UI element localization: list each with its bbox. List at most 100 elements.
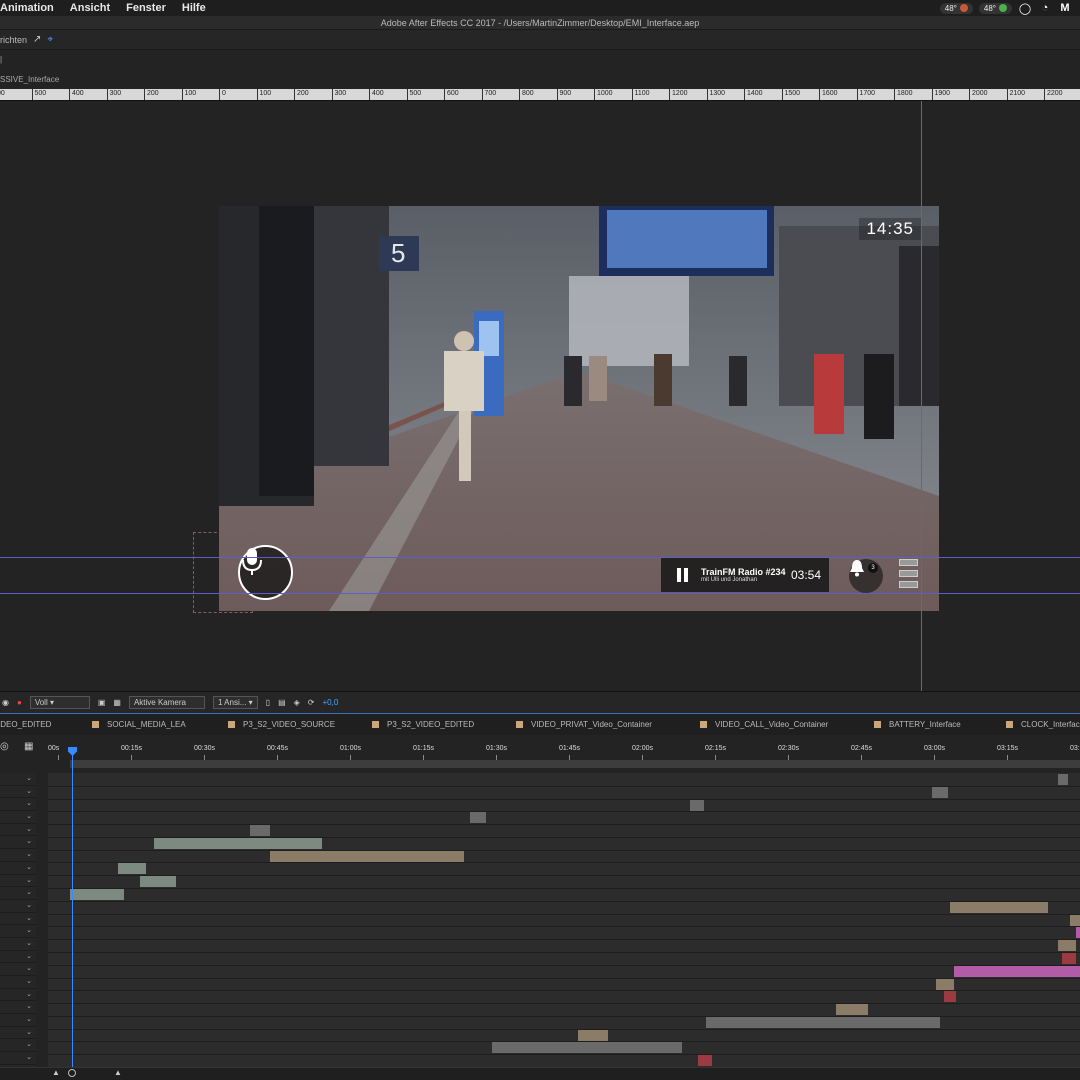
- guide-line[interactable]: [921, 101, 922, 691]
- layer-row-toggle[interactable]: ⌄: [0, 951, 36, 964]
- layer-bar[interactable]: [118, 863, 146, 875]
- pause-icon[interactable]: [675, 567, 691, 583]
- layer-bar[interactable]: [578, 1029, 608, 1041]
- layer-bar[interactable]: [250, 825, 270, 837]
- layer-row-toggle[interactable]: ⌄: [0, 1001, 36, 1015]
- flowchart-icon[interactable]: ◈: [294, 698, 300, 707]
- transparency-grid-icon[interactable]: ▦: [113, 698, 121, 707]
- align-label[interactable]: richten: [0, 35, 27, 45]
- cpu-temp-indicator[interactable]: 48°: [939, 2, 973, 14]
- guide-line[interactable]: [0, 557, 1080, 558]
- resolution-select[interactable]: Voll ▾: [29, 696, 90, 709]
- layer-bar[interactable]: [836, 1004, 868, 1016]
- layer-bar[interactable]: [944, 991, 956, 1003]
- channel-icon[interactable]: ●: [17, 698, 22, 707]
- camera-select[interactable]: Aktive Kamera: [128, 696, 205, 709]
- composition-tab-item[interactable]: P3_S2_VIDEO_SOURCE: [228, 714, 335, 735]
- layer-row-toggle[interactable]: ⌄: [0, 836, 36, 850]
- cloud-sync-icon[interactable]: ◔: [1038, 2, 1052, 14]
- exposure-value[interactable]: +0,0: [323, 698, 339, 707]
- layer-row-toggle[interactable]: ⌄: [0, 887, 36, 900]
- layer-bar[interactable]: [954, 965, 1080, 977]
- motion-blur-icon[interactable]: ◎: [0, 741, 9, 752]
- composition-tab-item[interactable]: BATTERY_Interface: [874, 714, 961, 735]
- snap-icon[interactable]: ↗: [33, 34, 41, 45]
- layer-row-toggle[interactable]: ⌄: [0, 976, 36, 989]
- region-of-interest-icon[interactable]: ▣: [98, 698, 106, 707]
- track-divider: [48, 824, 1080, 826]
- layer-row-toggle[interactable]: ⌄: [0, 811, 36, 824]
- zoom-out-icon[interactable]: ▲: [52, 1068, 60, 1077]
- layer-row-toggle[interactable]: ⌄: [0, 989, 36, 1002]
- layer-bar[interactable]: [140, 876, 176, 888]
- time-navigator[interactable]: [70, 760, 1080, 768]
- layer-bar[interactable]: [698, 1055, 712, 1067]
- layer-bar[interactable]: [1058, 774, 1068, 785]
- layer-bar[interactable]: [470, 812, 486, 824]
- malwarebytes-icon[interactable]: M: [1058, 2, 1072, 14]
- layer-bar[interactable]: [492, 1042, 682, 1054]
- menu-hilfe[interactable]: Hilfe: [174, 2, 214, 14]
- timeline-tracks[interactable]: [48, 773, 1080, 1067]
- layer-row-toggle[interactable]: ⌄: [0, 875, 36, 888]
- composition-tab-item[interactable]: VIDEO_CALL_Video_Container: [700, 714, 828, 735]
- reset-exposure-icon[interactable]: ⟳: [308, 698, 315, 707]
- microphone-button[interactable]: [238, 545, 293, 600]
- ruler-tick-label: 300: [106, 89, 121, 100]
- layer-bar[interactable]: [706, 1016, 940, 1028]
- layer-row-toggle[interactable]: ⌄: [0, 1027, 36, 1040]
- menu-fenster[interactable]: Fenster: [118, 2, 174, 14]
- layer-row-toggle[interactable]: ⌄: [0, 824, 36, 837]
- toggle-pixel-icon[interactable]: ▯: [266, 698, 270, 707]
- layer-row-toggle[interactable]: ⌄: [0, 938, 36, 951]
- layer-row-toggle[interactable]: ⌄: [0, 963, 36, 976]
- composition-viewer[interactable]: 5 14:35 TrainFM Radio #234 mit Ulli und …: [0, 101, 1080, 691]
- snapping-toggle-icon[interactable]: ⌖: [47, 34, 53, 45]
- layer-row-toggle[interactable]: ⌄: [0, 862, 36, 875]
- horizontal-ruler[interactable]: 0050040030020010001002003004005006007008…: [0, 89, 1080, 101]
- layer-row-toggle[interactable]: ⌄: [0, 1039, 36, 1053]
- layer-bar[interactable]: [70, 889, 124, 901]
- track-divider: [48, 951, 1080, 953]
- layer-bar[interactable]: [270, 850, 464, 862]
- layer-bar[interactable]: [932, 786, 948, 798]
- composition-tab[interactable]: SSIVE_Interface: [0, 72, 1080, 88]
- layer-bar[interactable]: [154, 837, 322, 849]
- stacked-menu-icon[interactable]: [899, 559, 918, 588]
- creative-cloud-icon[interactable]: ◯: [1018, 2, 1032, 15]
- layer-row-toggle[interactable]: ⌄: [0, 900, 36, 913]
- graph-editor-icon[interactable]: ▦: [24, 741, 33, 752]
- layer-row-toggle[interactable]: ⌄: [0, 773, 36, 786]
- menu-animation[interactable]: Animation: [0, 2, 62, 14]
- composition-tab-item[interactable]: IDEO_EDITED: [0, 714, 51, 735]
- layer-bar[interactable]: [1076, 927, 1080, 939]
- notification-button[interactable]: 3: [849, 559, 883, 593]
- composition-tab-item[interactable]: SOCIAL_MEDIA_LEA: [92, 714, 186, 735]
- snapshot-icon[interactable]: ◉: [2, 698, 9, 707]
- layer-bar[interactable]: [1062, 952, 1076, 964]
- layer-row-toggle[interactable]: ⌄: [0, 849, 36, 862]
- layer-row-toggle[interactable]: ⌄: [0, 1014, 36, 1027]
- guide-line[interactable]: [0, 593, 1080, 594]
- composition-tab-item[interactable]: P3_S2_VIDEO_EDITED: [372, 714, 474, 735]
- layer-bar[interactable]: [936, 978, 954, 990]
- composition-tab-item[interactable]: CLOCK_Interfac: [1006, 714, 1080, 735]
- view-layout-select[interactable]: 1 Ansi... ▾: [212, 696, 258, 709]
- layer-row-toggle[interactable]: ⌄: [0, 913, 36, 926]
- fast-preview-icon[interactable]: ▤: [278, 698, 286, 707]
- composition-tab-item[interactable]: VIDEO_PRIVAT_Video_Container: [516, 714, 652, 735]
- zoom-in-icon[interactable]: ▲: [114, 1068, 122, 1077]
- radio-player-widget[interactable]: TrainFM Radio #234 mit Ulli und Jonathan…: [661, 558, 829, 592]
- menu-ansicht[interactable]: Ansicht: [62, 2, 118, 14]
- layer-bar[interactable]: [1058, 940, 1076, 952]
- playhead-line[interactable]: [72, 748, 73, 1068]
- layer-row-toggle[interactable]: ⌄: [0, 1052, 36, 1065]
- layer-bar[interactable]: [690, 799, 704, 811]
- layer-row-toggle[interactable]: ⌄: [0, 786, 36, 799]
- layer-row-toggle[interactable]: ⌄: [0, 798, 36, 812]
- layer-row-toggle[interactable]: ⌄: [0, 925, 36, 938]
- gpu-temp-indicator[interactable]: 48°: [978, 2, 1012, 14]
- zoom-slider-handle[interactable]: [68, 1069, 76, 1077]
- layer-bar[interactable]: [1070, 914, 1080, 926]
- layer-bar[interactable]: [950, 901, 1048, 913]
